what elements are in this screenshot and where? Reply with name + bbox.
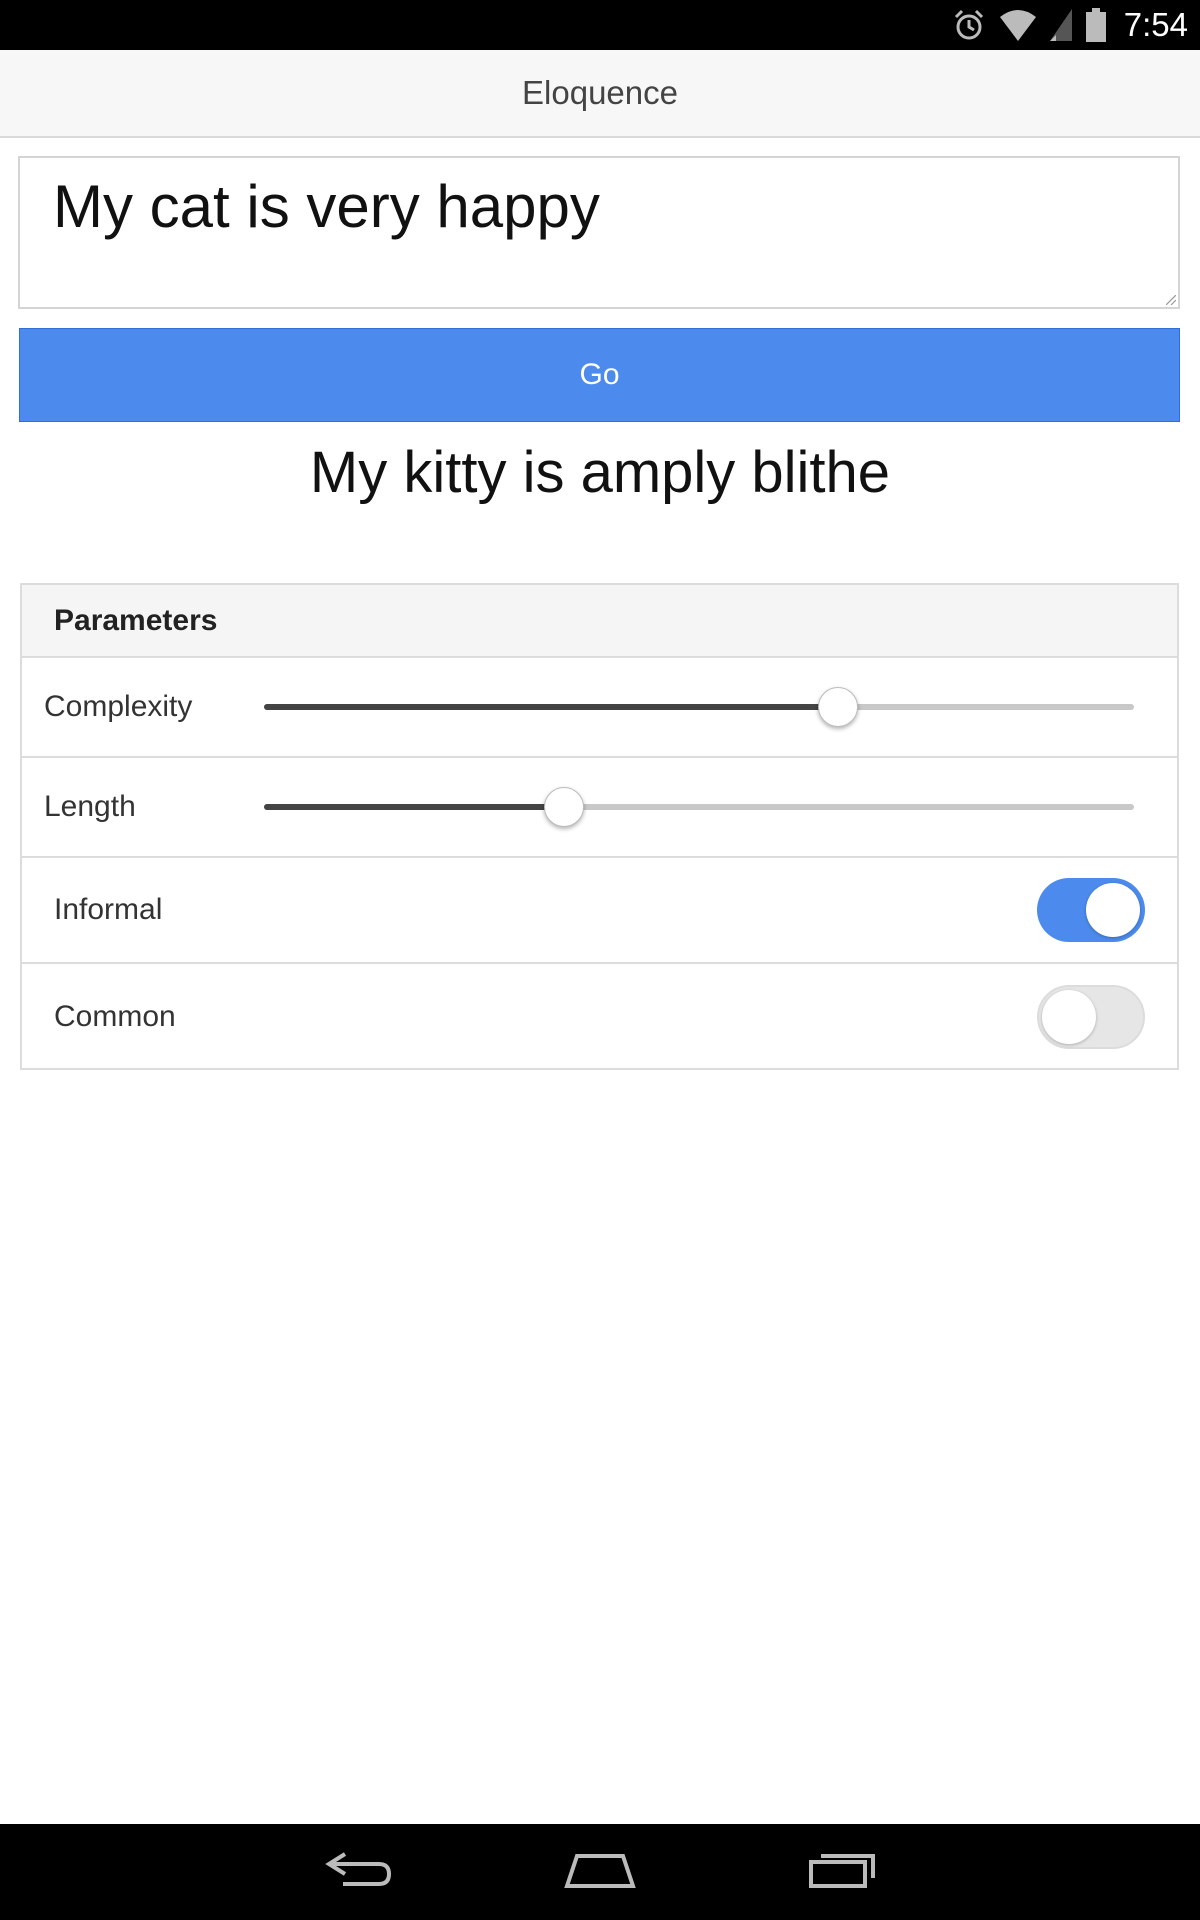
common-label: Common: [54, 1000, 176, 1033]
result-text: My kitty is amply blithe: [309, 440, 891, 505]
parameters-title: Parameters: [54, 603, 218, 637]
complexity-slider-thumb[interactable]: [818, 687, 859, 727]
status-bar: 7:54: [0, 0, 1200, 50]
common-toggle-knob: [1042, 990, 1096, 1044]
complexity-slider-fill: [264, 704, 839, 710]
complexity-row: Complexity: [22, 658, 1177, 758]
app-header: Eloquence: [0, 50, 1200, 138]
battery-icon: [1085, 8, 1106, 42]
phrase-input[interactable]: My cat is very happy: [18, 156, 1180, 309]
length-row: Length: [22, 758, 1177, 858]
length-slider-thumb[interactable]: [544, 787, 585, 827]
cell-signal-icon: [1049, 9, 1072, 41]
complexity-slider[interactable]: [264, 687, 1134, 727]
informal-toggle-knob: [1086, 883, 1140, 937]
parameters-header: Parameters: [22, 585, 1177, 658]
complexity-label: Complexity: [44, 690, 193, 723]
resize-grip-icon[interactable]: [1165, 292, 1177, 310]
length-label: Length: [44, 790, 136, 823]
navigation-bar: [0, 1824, 1200, 1920]
back-icon[interactable]: [323, 1850, 393, 1895]
recents-icon[interactable]: [807, 1850, 877, 1895]
wifi-icon: [999, 9, 1036, 41]
length-slider-fill: [264, 804, 565, 810]
app-screen: 7:54 Eloquence My cat is very happy Go M…: [0, 0, 1200, 1920]
informal-toggle[interactable]: [1037, 878, 1145, 942]
informal-row: Informal: [22, 858, 1177, 964]
status-time: 7:54: [1123, 6, 1188, 43]
common-toggle[interactable]: [1037, 985, 1145, 1049]
page-title: Eloquence: [522, 74, 678, 111]
alarm-icon: [952, 8, 986, 42]
common-row: Common: [22, 964, 1177, 1070]
parameters-panel: Parameters Complexity Length Informal Co…: [20, 583, 1179, 1070]
home-icon[interactable]: [563, 1850, 637, 1895]
informal-label: Informal: [54, 893, 163, 926]
go-button[interactable]: Go: [19, 328, 1180, 422]
length-slider[interactable]: [264, 787, 1134, 827]
